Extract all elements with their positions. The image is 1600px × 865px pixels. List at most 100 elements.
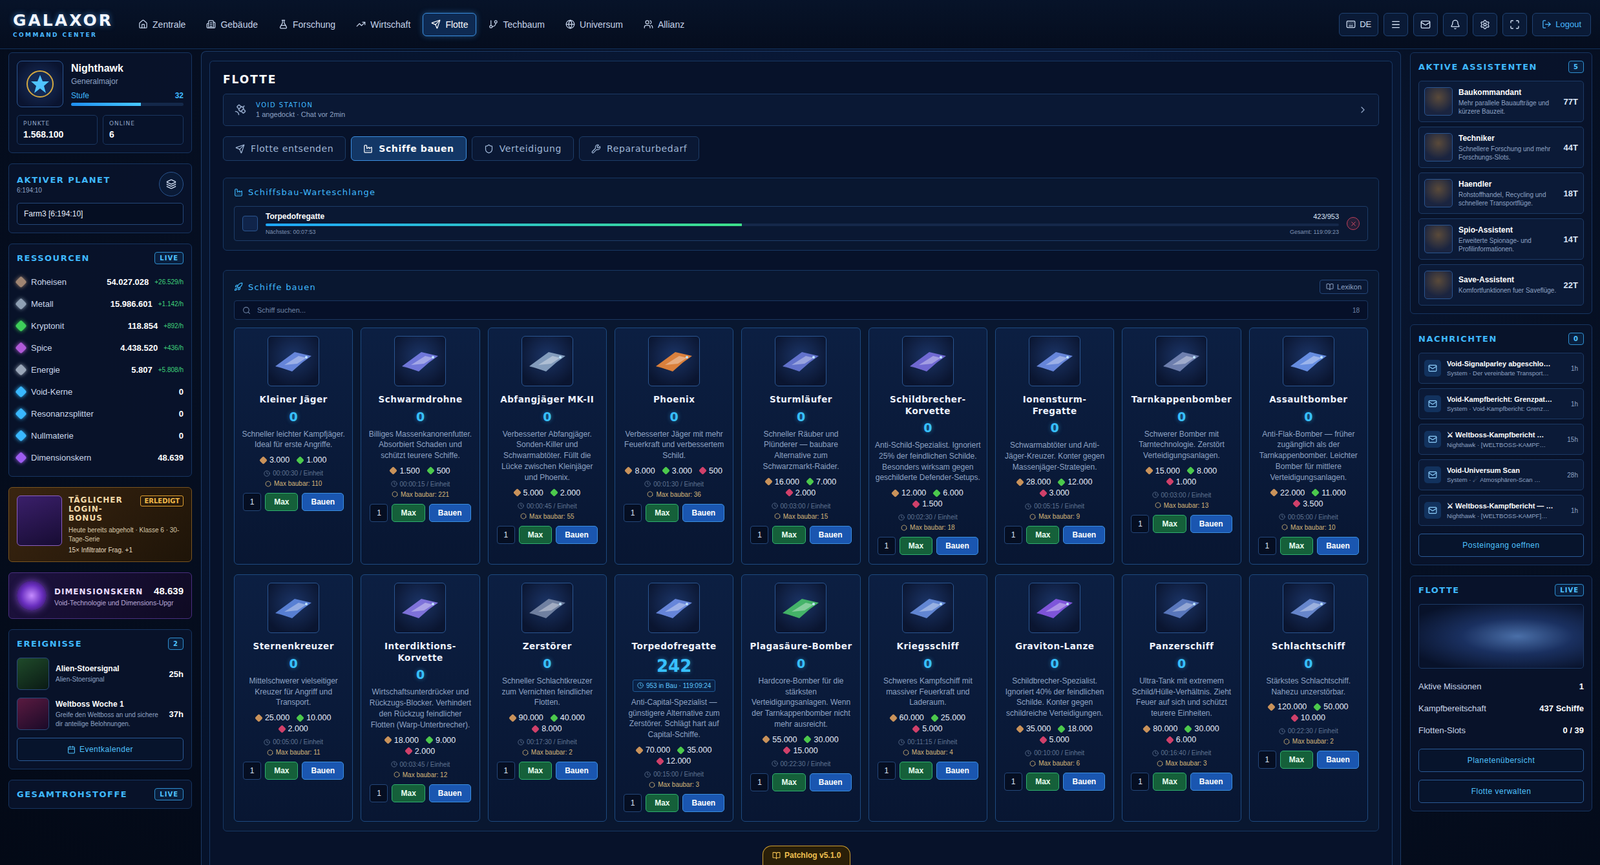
assistant-item[interactable]: BaukommandantMehr parallele Bauaufträge … (1418, 80, 1584, 123)
planet-select[interactable]: Farm3 [6:194:10] (16, 202, 184, 225)
void-station-bar[interactable]: VOID STATION1 angedockt · Chat vor 2min (222, 93, 1379, 127)
quantity-input[interactable] (1130, 772, 1149, 791)
quantity-input[interactable] (242, 493, 262, 512)
quantity-input[interactable] (496, 526, 516, 545)
quantity-input[interactable] (1130, 515, 1149, 534)
mail-button[interactable] (1413, 12, 1438, 37)
build-button[interactable]: Bauen (1063, 772, 1106, 791)
quantity-input[interactable] (1258, 750, 1277, 769)
quantity-input[interactable] (623, 504, 642, 523)
nav-item[interactable]: Zentrale (129, 12, 194, 37)
tab[interactable]: Reparaturbedarf (578, 136, 700, 161)
nav-item[interactable]: Allianz (635, 12, 693, 37)
max-button[interactable]: Max (899, 536, 933, 556)
patchlog-badge[interactable]: Patchlog v5.1.0 (762, 845, 851, 865)
max-button[interactable]: Max (518, 526, 552, 545)
nav-item[interactable]: Flotte (422, 12, 477, 37)
max-button[interactable]: Max (772, 773, 806, 792)
planet-switch-button[interactable] (158, 171, 184, 197)
quantity-input[interactable] (750, 773, 769, 792)
message-item[interactable]: Void-Kampfbericht: Grenzpat…System · Voi… (1418, 388, 1584, 420)
build-button[interactable]: Bauen (555, 761, 598, 780)
nav-item[interactable]: Techbaum (480, 12, 554, 37)
menu-button[interactable] (1383, 12, 1409, 37)
cost-row: 22.00011.0003.500 (1255, 488, 1362, 509)
build-button[interactable]: Bauen (301, 493, 344, 512)
max-button[interactable]: Max (1280, 750, 1314, 769)
nav-item[interactable]: Wirtschaft (347, 12, 419, 37)
ship-card: Sternenkreuzer0Mittelschwerer vielseitig… (233, 574, 353, 822)
build-button[interactable]: Bauen (1063, 526, 1106, 545)
max-button[interactable]: Max (1152, 515, 1186, 534)
max-button[interactable]: Max (899, 761, 933, 780)
search-input[interactable] (255, 305, 1348, 315)
max-button[interactable]: Max (264, 761, 298, 780)
build-button[interactable]: Bauen (682, 504, 725, 523)
message-item[interactable]: ⚔ Weltboss-Kampfbericht …Nighthawk · [WE… (1418, 423, 1584, 455)
assistant-item[interactable]: Spio-AssistentErweiterte Spionage- und P… (1418, 218, 1584, 260)
quantity-input[interactable] (877, 761, 896, 780)
quantity-input[interactable] (369, 784, 388, 803)
assistant-item[interactable]: Save-AssistentKomfortfunktionen fuer Sav… (1418, 264, 1584, 306)
max-button[interactable]: Max (1152, 772, 1186, 791)
event-row[interactable]: Alien-StoersignalAlien-Stoersignal25h (16, 657, 184, 691)
message-item[interactable]: Void-Universum ScanSystem · ☄ Atmosphäre… (1418, 459, 1584, 491)
max-button[interactable]: Max (391, 504, 425, 523)
max-button[interactable]: Max (645, 504, 679, 523)
max-button[interactable]: Max (1026, 526, 1060, 545)
quantity-input[interactable] (369, 504, 388, 523)
build-button[interactable]: Bauen (1316, 536, 1359, 556)
max-button[interactable]: Max (391, 784, 425, 803)
max-button[interactable]: Max (1280, 536, 1314, 556)
quantity-input[interactable] (877, 536, 896, 556)
quantity-input[interactable] (496, 761, 516, 780)
tab[interactable]: Verteidigung (471, 136, 574, 161)
inbox-button[interactable]: Posteingang oeffnen (1418, 533, 1584, 558)
language-button[interactable]: DE (1338, 12, 1379, 37)
fullscreen-button[interactable] (1502, 12, 1527, 37)
lexicon-button[interactable]: Lexikon (1319, 279, 1369, 295)
max-button[interactable]: Max (264, 493, 298, 512)
fleet-action-button[interactable]: Flotte verwalten (1418, 779, 1584, 804)
assistant-item[interactable]: HaendlerRohstoffhandel, Recycling und sc… (1418, 172, 1584, 214)
build-button[interactable]: Bauen (429, 504, 472, 523)
fleet-action-button[interactable]: Planetenübersicht (1418, 748, 1584, 773)
quantity-input[interactable] (623, 794, 642, 813)
build-button[interactable]: Bauen (301, 761, 344, 780)
logout-button[interactable]: Logout (1532, 12, 1591, 37)
cancel-button[interactable] (1346, 217, 1360, 231)
max-button[interactable]: Max (645, 794, 679, 813)
message-item[interactable]: Void-Signalparley abgeschlo…System · Der… (1418, 352, 1584, 384)
build-button[interactable]: Bauen (1190, 515, 1233, 534)
tab[interactable]: Schiffe bauen (350, 136, 466, 161)
notification-button[interactable] (1442, 12, 1468, 37)
search-bar[interactable]: 18 (233, 300, 1369, 320)
quantity-input[interactable] (750, 526, 769, 545)
quantity-input[interactable] (242, 761, 262, 780)
build-button[interactable]: Bauen (1316, 750, 1359, 769)
build-button[interactable]: Bauen (1190, 772, 1233, 791)
quantity-input[interactable] (1004, 526, 1023, 545)
build-button[interactable]: Bauen (429, 784, 472, 803)
message-item[interactable]: ⚔ Weltboss-Kampfbericht — …Nighthawk · [… (1418, 494, 1584, 527)
event-calendar-button[interactable]: Eventkalender (16, 737, 184, 762)
section-title: GESAMTROHSTOFFE (16, 789, 128, 800)
max-button[interactable]: Max (772, 526, 806, 545)
nav-item[interactable]: Universum (557, 12, 632, 37)
tab[interactable]: Flotte entsenden (222, 136, 346, 161)
quantity-input[interactable] (1258, 536, 1277, 556)
nav-item[interactable]: Forschung (270, 12, 344, 37)
build-button[interactable]: Bauen (682, 794, 725, 813)
quantity-input[interactable] (1004, 772, 1023, 791)
max-button[interactable]: Max (1026, 772, 1060, 791)
settings-button[interactable] (1472, 12, 1498, 37)
build-button[interactable]: Bauen (555, 526, 598, 545)
build-button[interactable]: Bauen (936, 761, 979, 780)
assistant-item[interactable]: TechnikerSchnellere Forschung und mehr F… (1418, 126, 1584, 169)
build-button[interactable]: Bauen (936, 536, 979, 556)
build-button[interactable]: Bauen (809, 773, 852, 792)
event-row[interactable]: Weltboss Woche 1Greife den Weltboss an u… (16, 697, 184, 731)
build-button[interactable]: Bauen (809, 526, 852, 545)
max-button[interactable]: Max (518, 761, 552, 780)
nav-item[interactable]: Gebäude (197, 12, 267, 37)
